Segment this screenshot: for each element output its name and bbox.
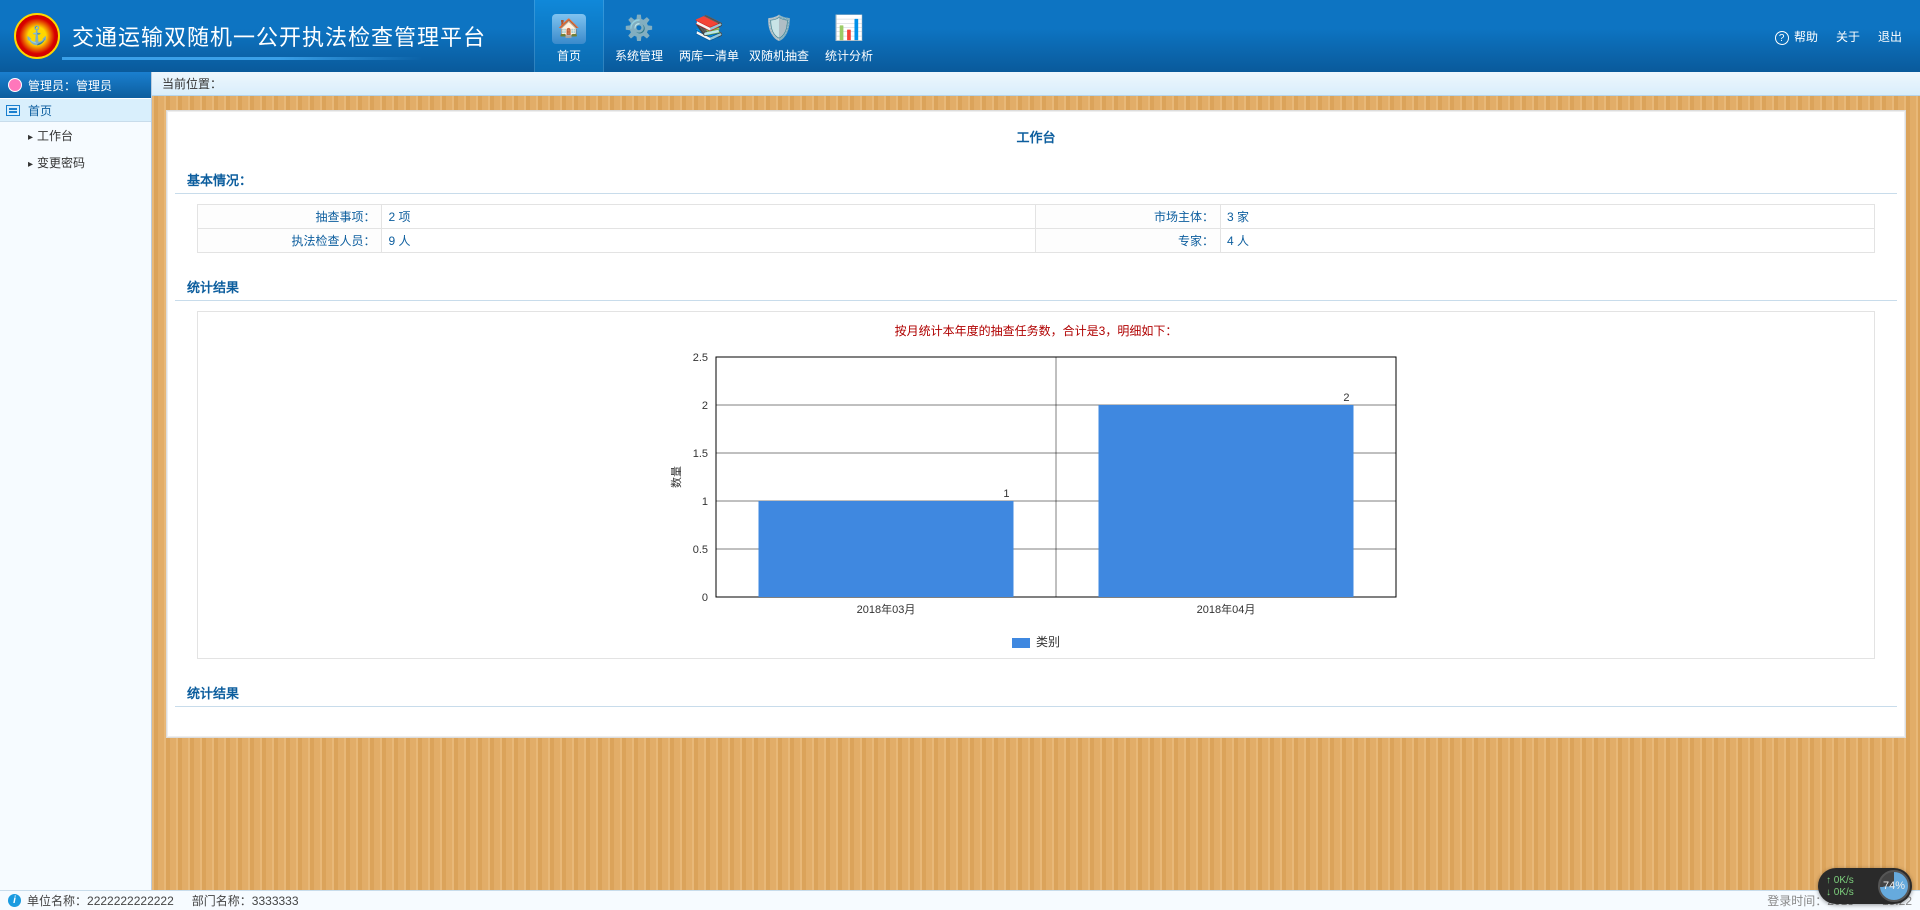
list-icon [6,105,20,116]
user-icon [8,78,22,92]
speed-dial: 74% [1878,870,1910,902]
breadcrumb-label: 当前位置： [162,75,222,92]
nav-random-check-label: 双随机抽查 [749,47,809,64]
nav-home-label: 首页 [557,47,581,64]
logo-icon [14,13,60,59]
label-inspectors: 执法检查人员： [198,229,382,253]
help-icon: ? [1775,31,1789,45]
nav-home[interactable]: 🏠 首页 [534,0,604,72]
svg-text:2.5: 2.5 [693,352,708,364]
title-underline [62,57,422,60]
legend-label: 类别 [1036,635,1060,649]
svg-text:2018年03月: 2018年03月 [857,602,916,616]
sidebar-item-change-password[interactable]: 变更密码 [0,149,151,176]
breadcrumb: 当前位置： [152,72,1920,96]
legend-swatch [1012,638,1030,648]
svg-text:1: 1 [702,496,708,508]
nav-stats[interactable]: 📊 统计分析 [814,0,884,72]
workbench-title: 工作台 [167,121,1905,164]
header-right: ? 帮助 关于 退出 [1775,28,1920,45]
gear-icon: ⚙️ [621,13,657,45]
nav-system-label: 系统管理 [615,47,663,64]
workbench-panel: 工作台 基本情况： 抽查事项： 2 项 市场主体： 3 家 执法检查人员： 9 … [166,110,1906,738]
section-stats-header: 统计结果 [175,271,1897,301]
footer-unit-value: 2222222222222 [87,894,174,908]
home-icon: 🏠 [551,13,587,45]
chart-container: 按月统计本年度的抽查任务数，合计是3，明细如下： 0 0.5 1 1.5 2 2.5 数量 1… [197,311,1875,659]
app-header: 交通运输双随机一公开执法检查管理平台 🏠 首页 ⚙️ 系统管理 📚 两库一清单 … [0,0,1920,72]
info-icon: i [8,894,21,907]
value-market-subjects: 3 家 [1220,205,1874,229]
network-speed-widget[interactable]: ↑ 0K/s ↓ 0K/s 74% [1818,868,1912,904]
footer-dept-value: 3333333 [252,894,299,908]
svg-text:0: 0 [702,592,708,604]
svg-text:0.5: 0.5 [693,544,708,556]
svg-text:1.5: 1.5 [693,448,708,460]
basic-info-table: 抽查事项： 2 项 市场主体： 3 家 执法检查人员： 9 人 专家： 4 人 [197,204,1875,253]
speed-readouts: ↑ 0K/s ↓ 0K/s [1826,875,1854,898]
logout-link[interactable]: 退出 [1878,28,1902,45]
chart-legend: 类别 [198,633,1874,650]
help-link[interactable]: ? 帮助 [1775,28,1818,45]
sidebar-root-home[interactable]: 首页 [0,98,151,122]
table-row: 抽查事项： 2 项 市场主体： 3 家 [198,205,1875,229]
sidebar-root-label: 首页 [28,102,52,119]
shield-icon: 🛡️ [761,13,797,45]
nav-stats-label: 统计分析 [825,47,873,64]
footer-unit-label: 单位名称： [27,892,87,909]
app-title: 交通运输双随机一公开执法检查管理平台 [72,20,486,52]
admin-bar: 管理员：管理员 [0,72,151,98]
label-market-subjects: 市场主体： [1036,205,1220,229]
chart-icon: 📊 [831,13,867,45]
about-link[interactable]: 关于 [1836,28,1860,45]
value-experts: 4 人 [1220,229,1874,253]
footer-dept-label: 部门名称： [192,892,252,909]
chart-title: 按月统计本年度的抽查任务数，合计是3，明细如下： [198,322,1874,339]
value-inspectors: 9 人 [382,229,1036,253]
label-check-items: 抽查事项： [198,205,382,229]
svg-text:2: 2 [1343,392,1349,404]
sidebar-item-workbench[interactable]: 工作台 [0,122,151,149]
top-nav: 🏠 首页 ⚙️ 系统管理 📚 两库一清单 🛡️ 双随机抽查 📊 统计分析 [534,0,884,72]
footer-bar: i 单位名称： 2222222222222 部门名称： 3333333 登录时间… [0,890,1920,910]
svg-text:1: 1 [1003,488,1009,500]
table-row: 执法检查人员： 9 人 专家： 4 人 [198,229,1875,253]
books-icon: 📚 [691,13,727,45]
chart-svg-wrap: 0 0.5 1 1.5 2 2.5 数量 1 2018年03月 2 2018年04月 [198,347,1874,627]
logo-area: 交通运输双随机一公开执法检查管理平台 [0,13,486,59]
nav-two-libs-label: 两库一清单 [679,47,739,64]
value-check-items: 2 项 [382,205,1036,229]
admin-label: 管理员：管理员 [28,77,112,94]
section-basic-header: 基本情况： [175,164,1897,194]
label-experts: 专家： [1036,229,1220,253]
nav-random-check[interactable]: 🛡️ 双随机抽查 [744,0,814,72]
svg-text:数量: 数量 [670,466,683,488]
svg-text:2018年04月: 2018年04月 [1197,602,1256,616]
nav-system[interactable]: ⚙️ 系统管理 [604,0,674,72]
speed-down: ↓ 0K/s [1826,887,1854,898]
speed-up: ↑ 0K/s [1826,875,1854,886]
nav-two-libs[interactable]: 📚 两库一清单 [674,0,744,72]
svg-text:2: 2 [702,400,708,412]
sidebar: 管理员：管理员 首页 工作台 变更密码 [0,72,152,890]
bar-chart: 0 0.5 1 1.5 2 2.5 数量 1 2018年03月 2 2018年04月 [666,347,1406,627]
content-area: 工作台 基本情况： 抽查事项： 2 项 市场主体： 3 家 执法检查人员： 9 … [152,96,1920,890]
section-stats-header-2: 统计结果 [175,677,1897,707]
